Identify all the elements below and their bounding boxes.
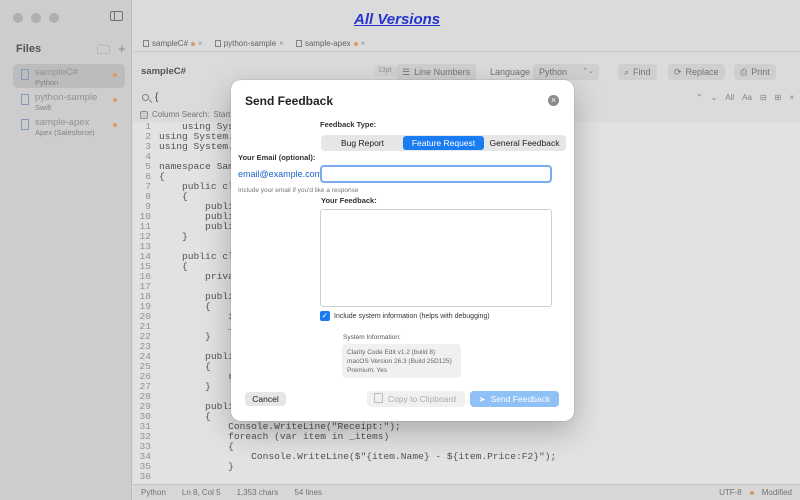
- send-label: Send Feedback: [490, 394, 551, 404]
- copy-to-clipboard-button[interactable]: Copy to Clipboard: [367, 391, 465, 407]
- segment-bug-report[interactable]: Bug Report: [322, 136, 403, 150]
- dialog-title: Send Feedback: [245, 94, 334, 108]
- feedback-textarea[interactable]: [320, 209, 552, 307]
- paper-plane-icon: ➤: [478, 394, 486, 404]
- email-help-text: Include your email if you'd like a respo…: [238, 187, 359, 194]
- feedback-type-label: Feedback Type:: [320, 120, 377, 129]
- email-field[interactable]: [320, 165, 552, 183]
- sysinfo-line: Premium: Yes: [347, 367, 388, 374]
- sysinfo-label: System Information:: [343, 334, 401, 341]
- close-icon[interactable]: ×: [548, 95, 559, 106]
- copy-icon: [373, 393, 383, 403]
- feedback-label: Your Feedback:: [321, 196, 377, 205]
- feedback-type-segmented: Bug Report Feature Request General Feedb…: [321, 135, 566, 151]
- segment-feature-request[interactable]: Feature Request: [403, 136, 484, 150]
- sysinfo-box: Clarity Code Edit v1.2 (build 8) macOS V…: [342, 344, 461, 378]
- include-sysinfo-toggle[interactable]: ✓ Include system information (helps with…: [320, 311, 490, 321]
- sysinfo-line: Clarity Code Edit v1.2 (build 8): [347, 349, 436, 356]
- segment-general-feedback[interactable]: General Feedback: [484, 136, 565, 150]
- send-feedback-dialog: Send Feedback × Feedback Type: Bug Repor…: [231, 80, 574, 421]
- send-feedback-button[interactable]: ➤ Send Feedback: [470, 391, 559, 407]
- cancel-button[interactable]: Cancel: [245, 392, 286, 406]
- include-sysinfo-label: Include system information (helps with d…: [334, 312, 490, 320]
- sysinfo-line: macOS Version 26.3 (Build 25D125): [347, 358, 452, 365]
- copy-label: Copy to Clipboard: [387, 394, 457, 404]
- email-label: Your Email (optional):: [238, 153, 316, 162]
- email-placeholder-text: email@example.com: [238, 169, 323, 179]
- checkbox-checked-icon[interactable]: ✓: [320, 311, 330, 321]
